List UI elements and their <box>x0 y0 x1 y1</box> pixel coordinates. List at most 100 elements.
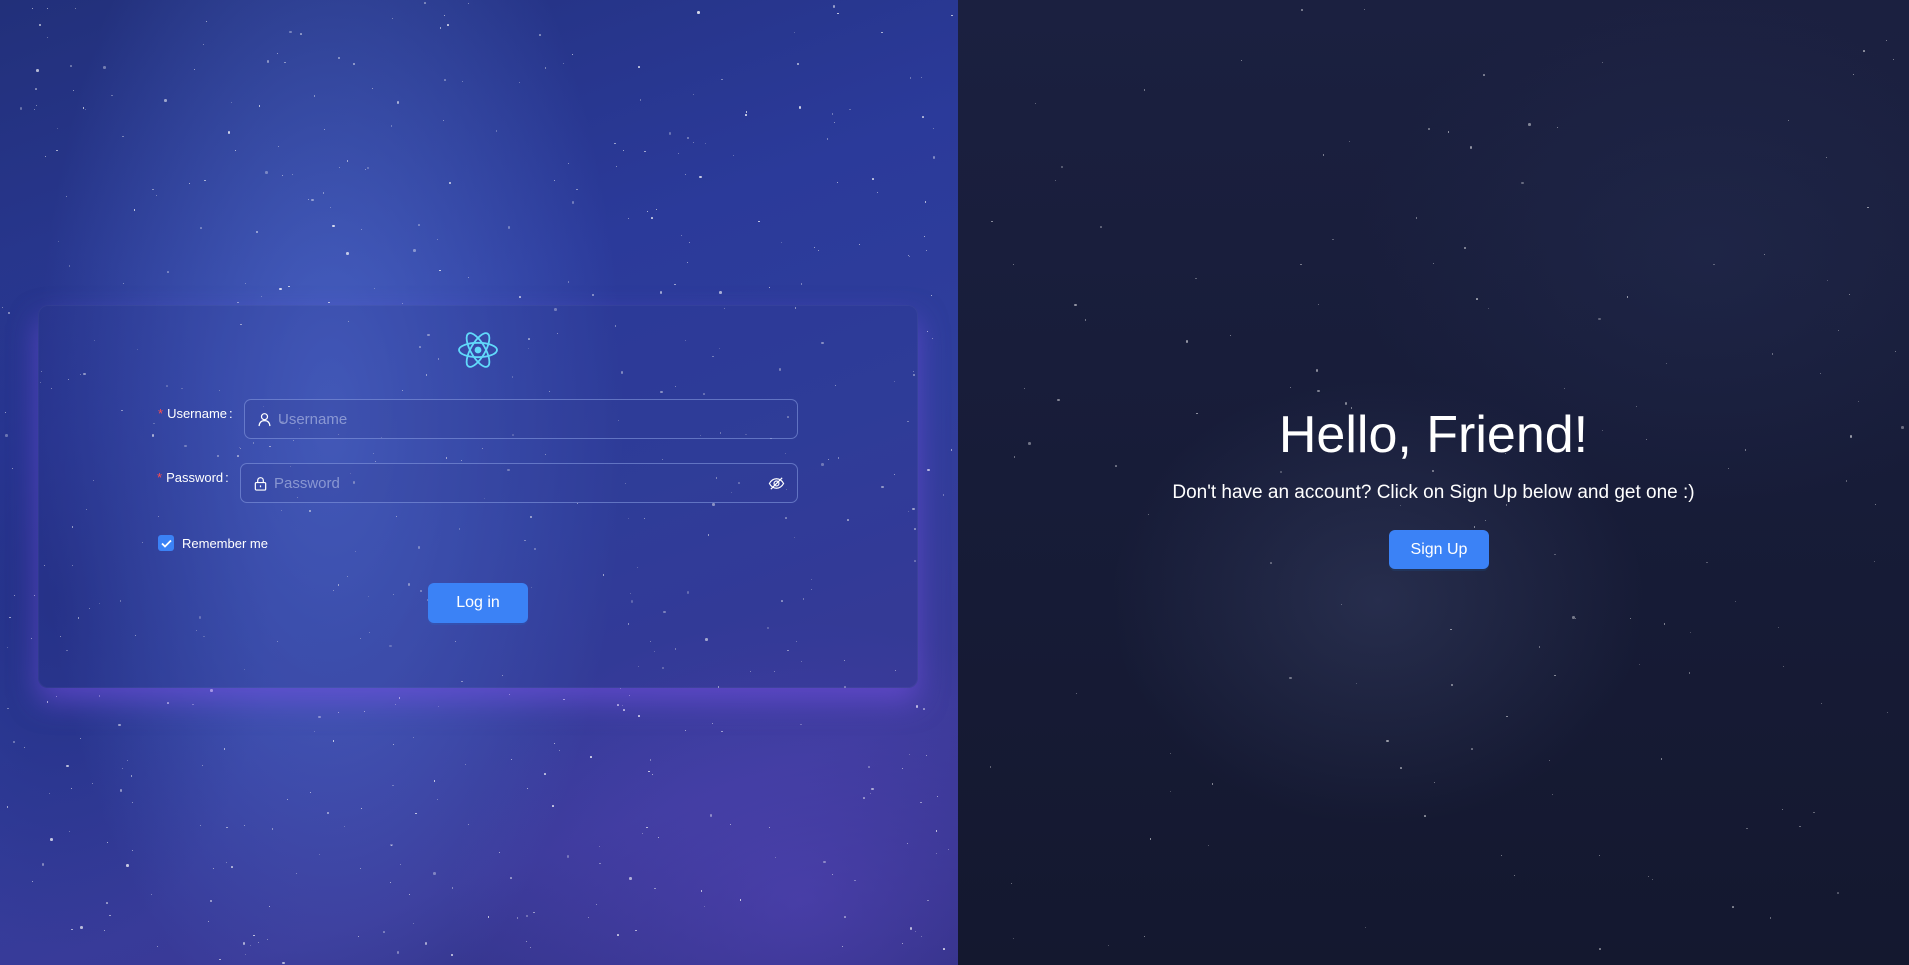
star <box>697 11 700 14</box>
star <box>566 855 570 858</box>
star <box>447 24 449 26</box>
star <box>658 836 660 838</box>
password-input[interactable] <box>274 474 768 492</box>
star <box>150 893 152 895</box>
star <box>106 842 108 844</box>
star <box>383 931 385 933</box>
star <box>1289 676 1292 680</box>
star <box>109 914 111 917</box>
star <box>346 252 349 255</box>
password-field[interactable] <box>240 463 798 503</box>
star <box>1143 89 1146 91</box>
star <box>745 114 747 116</box>
star <box>253 934 255 937</box>
star <box>552 805 554 807</box>
star <box>510 758 512 760</box>
required-mark: * <box>157 470 163 485</box>
star <box>1521 181 1524 184</box>
star <box>617 704 619 706</box>
star <box>73 89 75 91</box>
star <box>599 862 601 864</box>
star <box>1598 317 1601 321</box>
star <box>202 43 204 45</box>
star <box>1837 330 1839 332</box>
star <box>1666 363 1667 364</box>
star <box>437 798 439 800</box>
star <box>323 128 325 130</box>
star <box>1893 58 1895 60</box>
star <box>1424 815 1426 817</box>
star <box>915 705 919 708</box>
star <box>729 823 731 825</box>
star <box>332 740 335 742</box>
star <box>831 874 833 876</box>
star <box>768 286 770 288</box>
star <box>1211 783 1213 785</box>
star <box>622 705 624 707</box>
star <box>32 881 34 883</box>
star <box>923 235 926 237</box>
star <box>7 707 9 710</box>
star <box>1100 226 1102 228</box>
star <box>595 904 597 906</box>
star <box>849 108 851 110</box>
welcome-title: Hello, Friend! <box>1278 406 1589 464</box>
signup-button[interactable]: Sign Up <box>1389 530 1489 569</box>
star <box>276 52 279 55</box>
star <box>281 174 284 177</box>
star <box>991 220 993 223</box>
star <box>237 301 239 304</box>
star <box>1208 844 1210 846</box>
star <box>245 282 247 284</box>
eye-invisible-icon[interactable] <box>768 475 785 492</box>
star <box>1 306 3 308</box>
star <box>1349 140 1351 142</box>
star <box>924 201 927 203</box>
star <box>360 229 362 231</box>
star <box>271 828 274 830</box>
username-field[interactable] <box>244 399 798 439</box>
star <box>1706 561 1708 564</box>
star <box>943 948 945 950</box>
username-input[interactable] <box>278 410 785 428</box>
star <box>1365 927 1367 929</box>
star <box>935 830 938 832</box>
star <box>1300 8 1304 12</box>
star <box>869 793 871 794</box>
star <box>1713 263 1715 266</box>
star <box>66 195 67 197</box>
star <box>558 749 560 751</box>
login-button[interactable]: Log in <box>428 583 528 623</box>
star <box>1599 948 1601 950</box>
star <box>833 121 835 123</box>
star <box>659 291 663 294</box>
star <box>357 936 359 938</box>
star <box>366 166 370 170</box>
star <box>668 132 672 135</box>
remember-me-checkbox[interactable] <box>158 535 174 551</box>
star <box>66 764 69 768</box>
star <box>1886 40 1888 42</box>
star <box>914 931 916 933</box>
star <box>936 852 938 854</box>
star <box>56 127 59 130</box>
star <box>1317 389 1320 393</box>
star <box>704 905 706 907</box>
star <box>654 887 656 890</box>
star <box>1734 601 1736 603</box>
star <box>732 155 734 156</box>
star <box>122 135 124 138</box>
star <box>127 759 129 761</box>
star <box>571 53 574 56</box>
star <box>554 742 555 744</box>
star <box>46 701 49 703</box>
remember-me-row[interactable]: Remember me <box>158 535 268 551</box>
star <box>374 287 376 289</box>
react-atom-icon <box>457 329 499 371</box>
star <box>9 616 11 619</box>
star <box>498 851 500 853</box>
star <box>649 759 652 761</box>
username-label: * Username : <box>158 406 233 421</box>
star <box>909 927 913 930</box>
star <box>1598 854 1600 856</box>
